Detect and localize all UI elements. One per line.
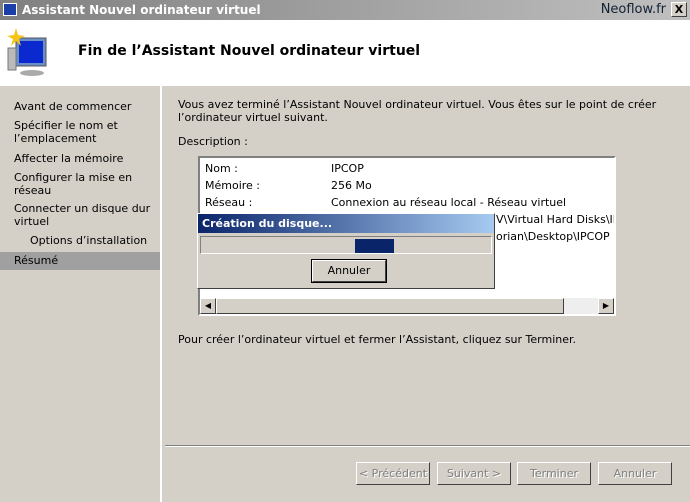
brand-watermark: Neoflow.fr: [600, 2, 666, 17]
step-summary[interactable]: Résumé: [0, 252, 160, 270]
title-bar: Assistant Nouvel ordinateur virtuel Neof…: [0, 0, 690, 20]
progress-bar: [200, 236, 492, 254]
row-value: IPCOP: [331, 162, 364, 175]
finish-button[interactable]: Terminer: [517, 462, 591, 485]
dialog-cancel-button[interactable]: Annuler: [311, 259, 387, 283]
summary-row: orian\Desktop\IPCOP 1.4: [496, 230, 614, 243]
scroll-right-icon[interactable]: ▶: [598, 298, 614, 314]
wizard-steps: Avant de commencer Spécifier le nom et l…: [0, 86, 162, 502]
wizard-header: Fin de l’Assistant Nouvel ordinateur vir…: [0, 20, 690, 86]
outro-text: Pour créer l’ordinateur virtuel et ferme…: [178, 333, 577, 346]
row-value: orian\Desktop\IPCOP 1.4: [496, 230, 614, 243]
row-value: Connexion au réseau local - Réseau virtu…: [331, 196, 567, 209]
intro-text: Vous avez terminé l’Assistant Nouvel ord…: [178, 98, 657, 124]
row-value: V\Virtual Hard Disks\IPCOP: [496, 213, 614, 226]
description-label: Description :: [178, 135, 248, 148]
cancel-button[interactable]: Annuler: [598, 462, 672, 485]
progress-dialog: Création du disque... Annuler: [197, 213, 495, 289]
step-memory[interactable]: Affecter la mémoire: [0, 152, 160, 165]
horizontal-scrollbar[interactable]: ◀ ▶: [200, 298, 614, 314]
divider: [165, 445, 690, 447]
app-icon: [3, 3, 17, 16]
summary-row: V\Virtual Hard Disks\IPCOP: [496, 213, 614, 226]
summary-row: Réseau : Connexion au réseau local - Rése…: [205, 196, 566, 209]
row-key: Nom :: [205, 162, 238, 175]
next-button[interactable]: Suivant >: [437, 462, 511, 485]
page-title: Fin de l’Assistant Nouvel ordinateur vir…: [78, 43, 421, 59]
close-button[interactable]: X: [671, 2, 687, 17]
window-title: Assistant Nouvel ordinateur virtuel: [22, 3, 261, 17]
progress-dialog-title: Création du disque...: [198, 214, 494, 233]
progress-marquee: [355, 239, 394, 253]
scroll-thumb[interactable]: [216, 298, 564, 314]
step-networking[interactable]: Configurer la mise en réseau: [0, 171, 160, 197]
summary-row: Mémoire : 256 Mo: [205, 179, 372, 192]
previous-button[interactable]: < Précédent: [356, 462, 430, 485]
step-install-options[interactable]: Options d’installation: [0, 234, 160, 247]
new-computer-icon: [7, 28, 47, 76]
row-key: Mémoire :: [205, 179, 261, 192]
row-key: Réseau :: [205, 196, 253, 209]
scroll-left-icon[interactable]: ◀: [200, 298, 216, 314]
wizard-content: Vous avez terminé l’Assistant Nouvel ord…: [165, 86, 690, 502]
row-value: 256 Mo: [331, 179, 372, 192]
step-before-you-begin[interactable]: Avant de commencer: [0, 100, 160, 113]
summary-row: Nom : IPCOP: [205, 162, 364, 175]
step-virtual-disk[interactable]: Connecter un disque dur virtuel: [0, 202, 160, 228]
step-name-location[interactable]: Spécifier le nom et l’emplacement: [0, 119, 160, 145]
